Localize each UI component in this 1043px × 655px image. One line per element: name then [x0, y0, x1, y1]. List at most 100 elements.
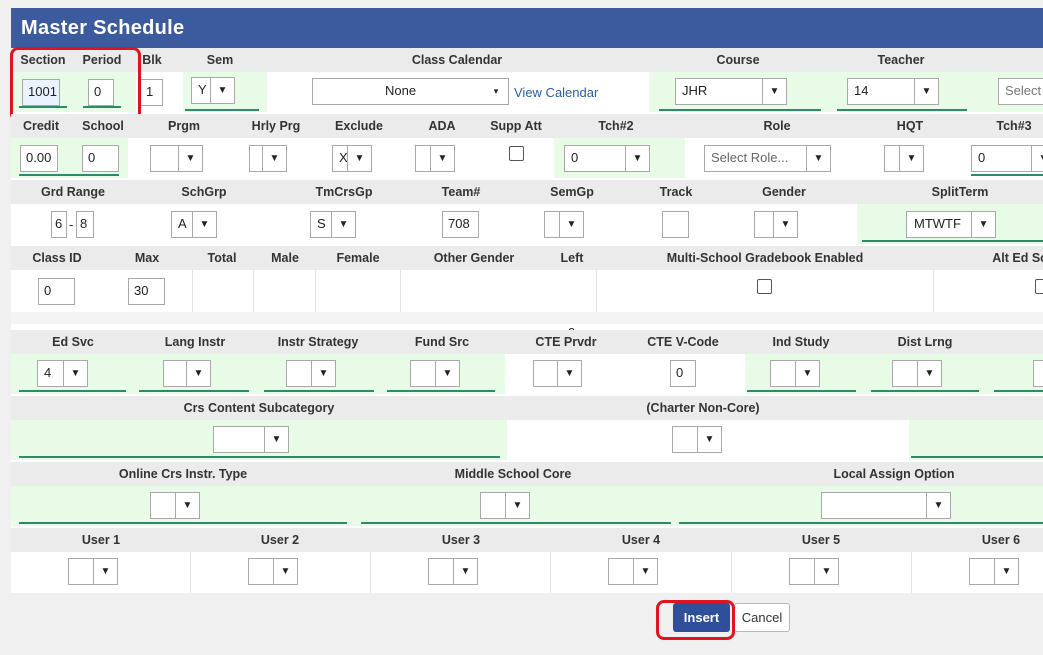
view-calendar-link[interactable]: View Calendar	[514, 85, 598, 100]
label-exclude: Exclude	[335, 119, 383, 133]
ed-svc-select[interactable]: 4 ▼	[37, 360, 88, 387]
track-input[interactable]	[662, 211, 689, 238]
divider	[911, 552, 912, 593]
chevron-down-icon: ▼	[971, 212, 995, 237]
max-input[interactable]: 30	[128, 278, 165, 305]
cte-prvdr-select[interactable]: ▼	[533, 360, 582, 387]
extra-select[interactable]	[1033, 360, 1043, 387]
splitterm-select[interactable]: MTWTF ▼	[906, 211, 996, 238]
class-id-input[interactable]: 0	[38, 278, 75, 305]
field-underline	[747, 390, 856, 392]
label-semgp: SemGp	[550, 185, 594, 199]
teacher-select[interactable]: 14 ▼	[847, 78, 939, 105]
class-calendar-select[interactable]: None ▾	[312, 78, 509, 105]
divider	[192, 270, 193, 312]
charter-non-core-select[interactable]: ▼	[672, 426, 722, 453]
credit-input[interactable]: 0.00	[20, 145, 58, 172]
chevron-down-icon: ▼	[186, 361, 210, 386]
user1-select[interactable]: ▼	[68, 558, 118, 585]
user4-select[interactable]: ▼	[608, 558, 658, 585]
divider	[190, 552, 191, 593]
teacher-value: 14	[854, 83, 869, 98]
master-schedule-app: Master Schedule Section Period Blk Sem C…	[10, 0, 1043, 655]
grd-to-input[interactable]: 8	[76, 211, 94, 238]
exclude-select[interactable]: X ▼	[332, 145, 372, 172]
label-splitterm: SplitTerm	[931, 185, 989, 199]
row5-header: Ed Svc Lang Instr Instr Strategy Fund Sr…	[11, 330, 1043, 354]
instr-strategy-select[interactable]: ▼	[286, 360, 336, 387]
schgrp-value: A	[178, 216, 187, 231]
label-ed-svc: Ed Svc	[52, 335, 94, 349]
ind-study-select[interactable]: ▼	[770, 360, 820, 387]
label-user6: User 6	[981, 533, 1021, 547]
user3-select[interactable]: ▼	[428, 558, 478, 585]
grd-from-input[interactable]: 6	[51, 211, 67, 238]
crs-content-subcategory-select[interactable]: ▼	[213, 426, 289, 453]
field-underline	[871, 390, 979, 392]
field-underline	[19, 174, 119, 176]
chevron-down-icon: ▼	[795, 361, 819, 386]
course-select[interactable]: JHR ▼	[675, 78, 787, 105]
alt-ed-checkbox[interactable]	[1035, 279, 1043, 294]
cancel-button[interactable]: Cancel	[734, 603, 790, 632]
semgp-select[interactable]: ▼	[544, 211, 584, 238]
label-fund-src: Fund Src	[414, 335, 470, 349]
schedule-form: Section Period Blk Sem Class Calendar Co…	[10, 47, 1043, 593]
cte-vcode-input[interactable]: 0	[670, 360, 696, 387]
chevron-down-icon: ▼	[773, 212, 797, 237]
chevron-down-icon: ▼	[633, 559, 657, 584]
label-crs-content-subcategory: Crs Content Subcategory	[183, 401, 335, 415]
tch2-select[interactable]: 0 ▼	[564, 145, 650, 172]
role-value: Select Role...	[711, 150, 789, 165]
gender-select[interactable]: ▼	[754, 211, 798, 238]
sem-select[interactable]: Y ▼	[191, 77, 235, 104]
hqt-select[interactable]: ▼	[884, 145, 924, 172]
tmcrsgp-select[interactable]: S ▼	[310, 211, 356, 238]
highlight-insert	[656, 600, 735, 640]
blk-input[interactable]: 1	[140, 79, 163, 106]
user6-select[interactable]: ▼	[969, 558, 1019, 585]
schgrp-select[interactable]: A ▼	[171, 211, 217, 238]
supp-att-checkbox[interactable]	[509, 146, 524, 161]
field-underline	[387, 390, 495, 392]
label-user3: User 3	[441, 533, 481, 547]
local-assign-option-select[interactable]: ▼	[821, 492, 951, 519]
fund-src-select[interactable]: ▼	[410, 360, 460, 387]
online-crs-instr-type-select[interactable]: ▼	[150, 492, 200, 519]
ada-select[interactable]: ▼	[415, 145, 455, 172]
label-hqt: HQT	[896, 119, 924, 133]
label-class-calendar: Class Calendar	[411, 53, 503, 67]
field-underline	[19, 390, 126, 392]
class-calendar-value: None	[385, 83, 417, 98]
dist-lrng-select[interactable]: ▼	[892, 360, 942, 387]
lang-instr-select[interactable]: ▼	[163, 360, 211, 387]
team-input[interactable]: 708	[442, 211, 479, 238]
label-multi-school-gradebook: Multi-School Gradebook Enabled	[666, 251, 864, 265]
field-underline	[19, 522, 347, 524]
middle-school-core-select[interactable]: ▼	[480, 492, 530, 519]
hrly-prg-select[interactable]: ▼	[249, 145, 287, 172]
field-underline	[837, 109, 967, 111]
label-instr-strategy: Instr Strategy	[277, 335, 359, 349]
prgm-select[interactable]: ▼	[150, 145, 203, 172]
tch3-select[interactable]: 0▼	[971, 145, 1043, 172]
chevron-down-icon: ▼	[899, 146, 923, 171]
user2-select[interactable]: ▼	[248, 558, 298, 585]
chevron-down-icon: ▼	[557, 361, 581, 386]
role-select[interactable]: Select Role... ▼	[704, 145, 831, 172]
multi-school-gradebook-checkbox[interactable]	[757, 279, 772, 294]
select-field[interactable]: Select	[998, 78, 1043, 105]
label-course: Course	[716, 53, 760, 67]
caret-down-icon: ▾	[484, 79, 508, 104]
divider	[596, 270, 597, 312]
label-charter-non-core: (Charter Non-Core)	[646, 401, 760, 415]
divider	[370, 552, 371, 593]
field-underline	[679, 522, 1043, 524]
page-title: Master Schedule	[11, 8, 1043, 48]
user5-select[interactable]: ▼	[789, 558, 839, 585]
chevron-down-icon: ▼	[192, 212, 216, 237]
school-input[interactable]: 0	[82, 145, 119, 172]
field-underline	[264, 390, 374, 392]
label-schgrp: SchGrp	[181, 185, 227, 199]
chevron-down-icon: ▼	[430, 146, 454, 171]
